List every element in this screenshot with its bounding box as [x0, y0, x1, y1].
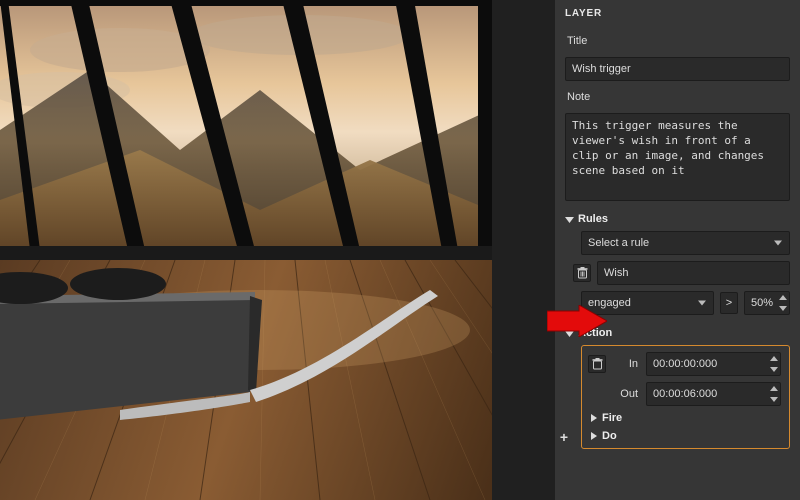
note-textarea[interactable]	[565, 113, 790, 201]
rules-header: Rules	[578, 213, 608, 225]
chevron-right-icon	[590, 414, 598, 422]
do-section-toggle[interactable]: Do	[590, 430, 781, 442]
chevron-right-icon	[590, 432, 598, 440]
delete-action-button[interactable]	[588, 355, 606, 373]
threshold-step-down[interactable]	[777, 303, 789, 314]
fire-section-toggle[interactable]: Fire	[590, 412, 781, 424]
layer-inspector-panel: LAYER Title Note Rules Select a rule eng…	[555, 0, 800, 500]
rule-select[interactable]: Select a rule	[581, 231, 790, 255]
out-label: Out	[614, 388, 638, 400]
in-time-input[interactable]	[646, 352, 781, 376]
add-action-button[interactable]: +	[557, 430, 571, 444]
panel-header: LAYER	[565, 8, 790, 19]
out-step-up[interactable]	[768, 383, 780, 394]
in-label: In	[614, 358, 638, 370]
threshold-step-up[interactable]	[777, 292, 789, 303]
out-time-input[interactable]	[646, 382, 781, 406]
annotation-arrow	[547, 305, 607, 340]
in-step-down[interactable]	[768, 364, 780, 375]
out-step-down[interactable]	[768, 394, 780, 405]
note-label: Note	[567, 91, 790, 103]
do-label: Do	[602, 430, 617, 442]
canvas-preview[interactable]	[0, 0, 555, 500]
delete-rule-button[interactable]	[573, 264, 591, 282]
chevron-down-icon	[565, 215, 574, 224]
action-block: In Out Fire	[581, 345, 790, 449]
in-step-up[interactable]	[768, 353, 780, 364]
comparator-button[interactable]: >	[720, 292, 738, 314]
title-input[interactable]	[565, 57, 790, 81]
fire-label: Fire	[602, 412, 622, 424]
rules-section-toggle[interactable]: Rules	[565, 213, 790, 225]
rule-name-input[interactable]	[597, 261, 790, 285]
trash-icon	[592, 358, 603, 370]
trash-icon	[577, 267, 588, 279]
title-label: Title	[567, 35, 790, 47]
